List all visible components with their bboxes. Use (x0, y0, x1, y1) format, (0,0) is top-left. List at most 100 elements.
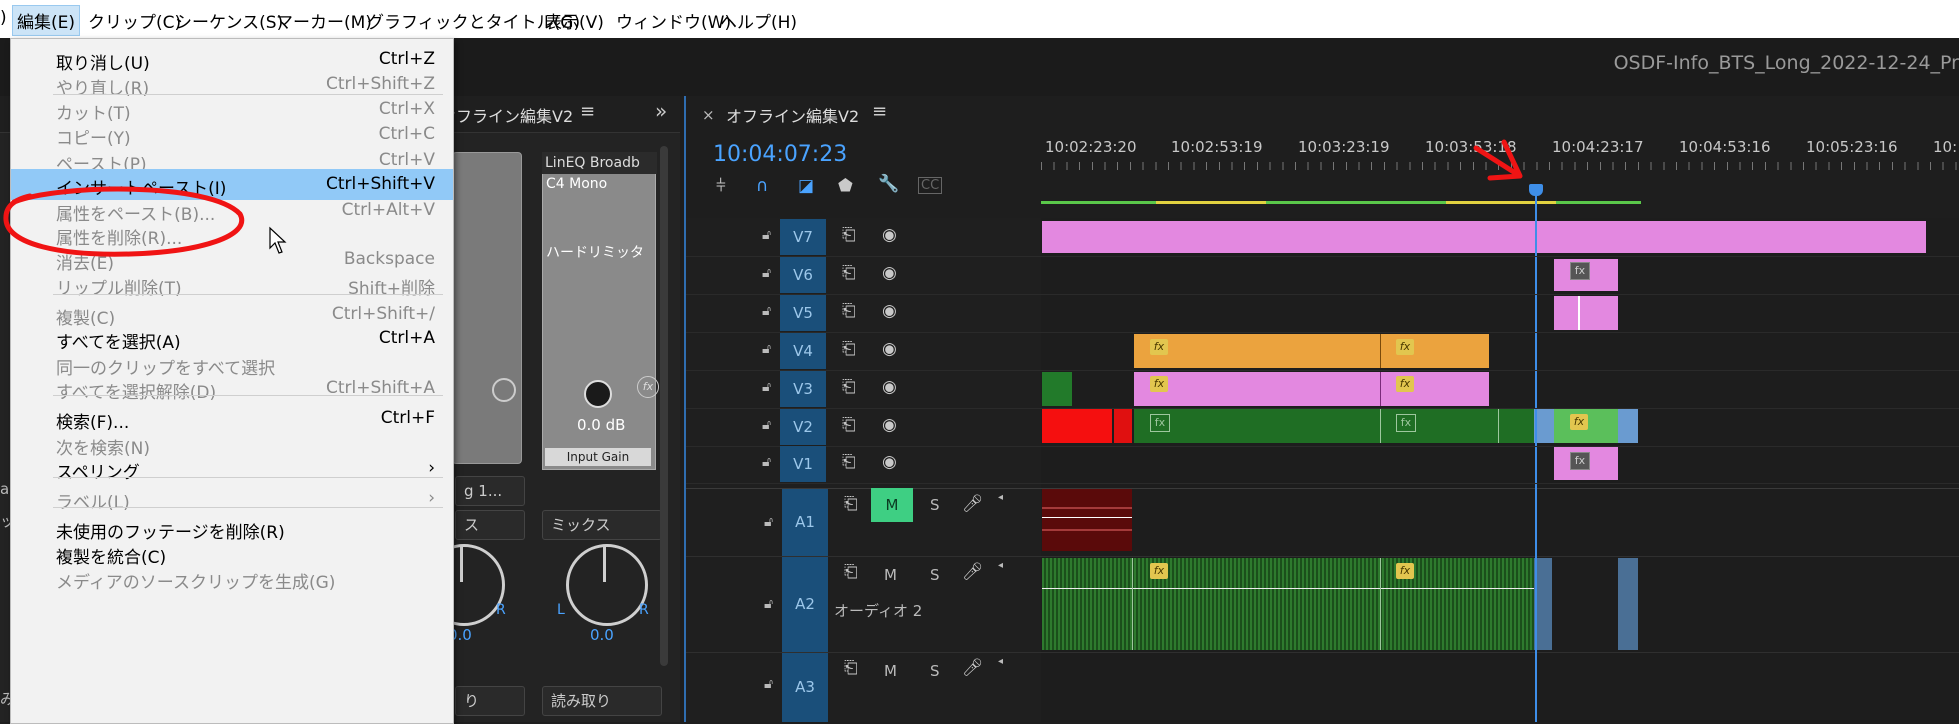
clip-v3-green[interactable] (1042, 372, 1072, 406)
clip-a2[interactable] (1042, 558, 1534, 650)
add-marker-icon[interactable]: ⬟ (838, 176, 853, 196)
lock-icon[interactable]: 🔓︎ (762, 341, 771, 357)
clip-v4-a[interactable] (1134, 334, 1380, 368)
menu-clip[interactable]: クリップ(C) (88, 8, 181, 33)
close-tab-icon[interactable]: × (702, 106, 715, 124)
track-label-v5[interactable]: V5 (780, 295, 826, 331)
eye-visibility-icon[interactable]: ◉ (882, 225, 897, 245)
eye-visibility-icon[interactable]: ◉ (882, 263, 897, 283)
solo-button-a1[interactable]: S (930, 496, 940, 514)
lock-icon[interactable]: 🔓︎ (762, 303, 771, 319)
fx-badge-icon[interactable]: fx (1150, 414, 1170, 432)
track-label-v2[interactable]: V2 (780, 409, 826, 445)
input-gain-knob-icon[interactable] (584, 380, 612, 408)
timeline-tab-label[interactable]: オフライン編集V2 (726, 103, 859, 127)
eye-visibility-icon[interactable]: ◉ (882, 452, 897, 472)
expand-panel-icon[interactable]: » (655, 99, 667, 123)
panel-menu-icon[interactable]: ≡ (580, 101, 595, 122)
mute-button-a2[interactable]: M (884, 566, 897, 584)
sync-lock-icon[interactable]: ⎗ (842, 452, 856, 472)
fx-badge-icon[interactable]: fx (1150, 339, 1168, 355)
fx-badge-icon[interactable]: fx (1150, 563, 1168, 579)
effect-fx-icon[interactable]: fx (637, 376, 659, 398)
lock-icon[interactable]: 🔓︎ (762, 454, 771, 470)
sync-lock-icon[interactable]: ⎗ (844, 562, 858, 582)
sync-lock-icon[interactable]: ⎗ (842, 301, 856, 321)
automation-combo-1[interactable]: り (455, 686, 525, 716)
menu-item[interactable]: ラベル(L) › (11, 483, 453, 514)
menu-marker[interactable]: マーカー(M) (276, 8, 372, 33)
mute-button-a3[interactable]: M (884, 662, 897, 680)
sync-lock-icon[interactable]: ⎗ (842, 415, 856, 435)
microphone-icon[interactable]: 🎤︎ (962, 562, 984, 582)
audio-track-name[interactable]: オーディオ 2 (834, 600, 922, 621)
eye-visibility-icon[interactable]: ◉ (882, 301, 897, 321)
menu-edit[interactable]: 編集(E) (12, 5, 81, 36)
linked-selection-icon[interactable]: ◪ (798, 176, 814, 196)
sync-lock-icon[interactable]: ⎗ (842, 225, 856, 245)
microphone-icon[interactable]: 🎤︎ (962, 494, 984, 514)
fx-badge-icon[interactable]: fx (1396, 339, 1414, 355)
clip-v2-blue[interactable] (1534, 409, 1554, 443)
solo-button-a2[interactable]: S (930, 566, 940, 584)
sync-lock-icon[interactable]: ⎗ (844, 658, 858, 678)
playhead-line[interactable] (1535, 184, 1537, 722)
automation-combo-2[interactable]: 読み取り (542, 686, 662, 716)
eye-visibility-icon[interactable]: ◉ (882, 377, 897, 397)
clip-v7[interactable] (1042, 221, 1926, 253)
track-routing-combo[interactable]: g 1... (455, 476, 525, 506)
fx-badge-icon[interactable]: fx (1396, 563, 1414, 579)
menu-window[interactable]: ウィンドウ(W) (616, 8, 731, 33)
clip-v5[interactable] (1554, 296, 1618, 330)
menu-item[interactable]: すべてを選択解除(D) Ctrl+Shift+A (11, 373, 453, 404)
mute-button-a1[interactable]: M (871, 488, 913, 522)
sync-lock-icon[interactable]: ⎗ (842, 339, 856, 359)
track-label-v3[interactable]: V3 (780, 371, 826, 407)
menu-item[interactable]: リップル削除(T) Shift+削除 (11, 269, 453, 300)
sync-lock-icon[interactable]: ⎗ (842, 377, 856, 397)
lock-icon[interactable]: 🔓︎ (764, 596, 773, 612)
lock-icon[interactable]: 🔓︎ (762, 417, 771, 433)
menu-item[interactable]: スペリング › (11, 453, 453, 484)
solo-button-a3[interactable]: S (930, 662, 940, 680)
clip-v2-red[interactable] (1042, 409, 1112, 443)
plugin-mode[interactable]: C4 Mono (546, 176, 607, 192)
clip-a2-blue-2[interactable] (1618, 558, 1638, 650)
fx-badge-icon[interactable]: fx (1396, 376, 1414, 392)
plugin-limiter[interactable]: ハードリミッタ (546, 242, 646, 262)
fx-badge-icon[interactable]: fx (1570, 414, 1588, 430)
track-label-v7[interactable]: V7 (780, 219, 826, 255)
track-label-v6[interactable]: V6 (780, 257, 826, 293)
lock-icon[interactable]: 🔓︎ (764, 514, 773, 530)
menu-view[interactable]: 表示(V) (545, 8, 604, 33)
settings-wrench-icon[interactable]: 🔧 (878, 174, 899, 194)
menu-help[interactable]: ヘルプ(H) (720, 8, 797, 33)
menu-item[interactable]: メディアのソースクリップを生成(G) (11, 563, 453, 594)
clip-v2-blue-2[interactable] (1618, 409, 1638, 443)
mix-combo-1[interactable]: ス (455, 510, 525, 540)
fx-badge-icon[interactable]: fx (1396, 414, 1416, 432)
eye-visibility-icon[interactable]: ◉ (882, 415, 897, 435)
microphone-icon[interactable]: 🎤︎ (962, 658, 984, 678)
clip-v2-red-2[interactable] (1114, 409, 1132, 443)
captions-icon[interactable]: CC (918, 177, 943, 194)
lock-icon[interactable]: 🔓︎ (762, 379, 771, 395)
mixer-tab-label[interactable]: オフライン編集V2 (440, 103, 573, 127)
plugin-name[interactable]: LinEQ Broadb (542, 152, 657, 174)
insert-sequence-icon[interactable]: ⫩ (716, 176, 726, 196)
lock-icon[interactable]: 🔓︎ (762, 227, 771, 243)
mixer-scrollbar[interactable] (660, 146, 668, 666)
fx-badge-icon[interactable]: fx (1570, 262, 1590, 280)
clip-v3-a[interactable] (1134, 372, 1380, 406)
pan-knob-2-icon[interactable] (566, 544, 648, 626)
timeline-menu-icon[interactable]: ≡ (872, 101, 887, 122)
sync-lock-icon[interactable]: ⎗ (844, 494, 858, 514)
mix-combo-2[interactable]: ミックス (542, 510, 662, 540)
lock-icon[interactable]: 🔓︎ (762, 265, 771, 281)
menu-sequence[interactable]: シーケンス(S) (175, 8, 283, 33)
clip-a1[interactable] (1042, 489, 1132, 551)
sync-lock-icon[interactable]: ⎗ (842, 263, 856, 283)
fx-badge-icon[interactable]: fx (1150, 376, 1168, 392)
track-label-a2[interactable]: A2 (782, 557, 828, 652)
eye-visibility-icon[interactable]: ◉ (882, 339, 897, 359)
